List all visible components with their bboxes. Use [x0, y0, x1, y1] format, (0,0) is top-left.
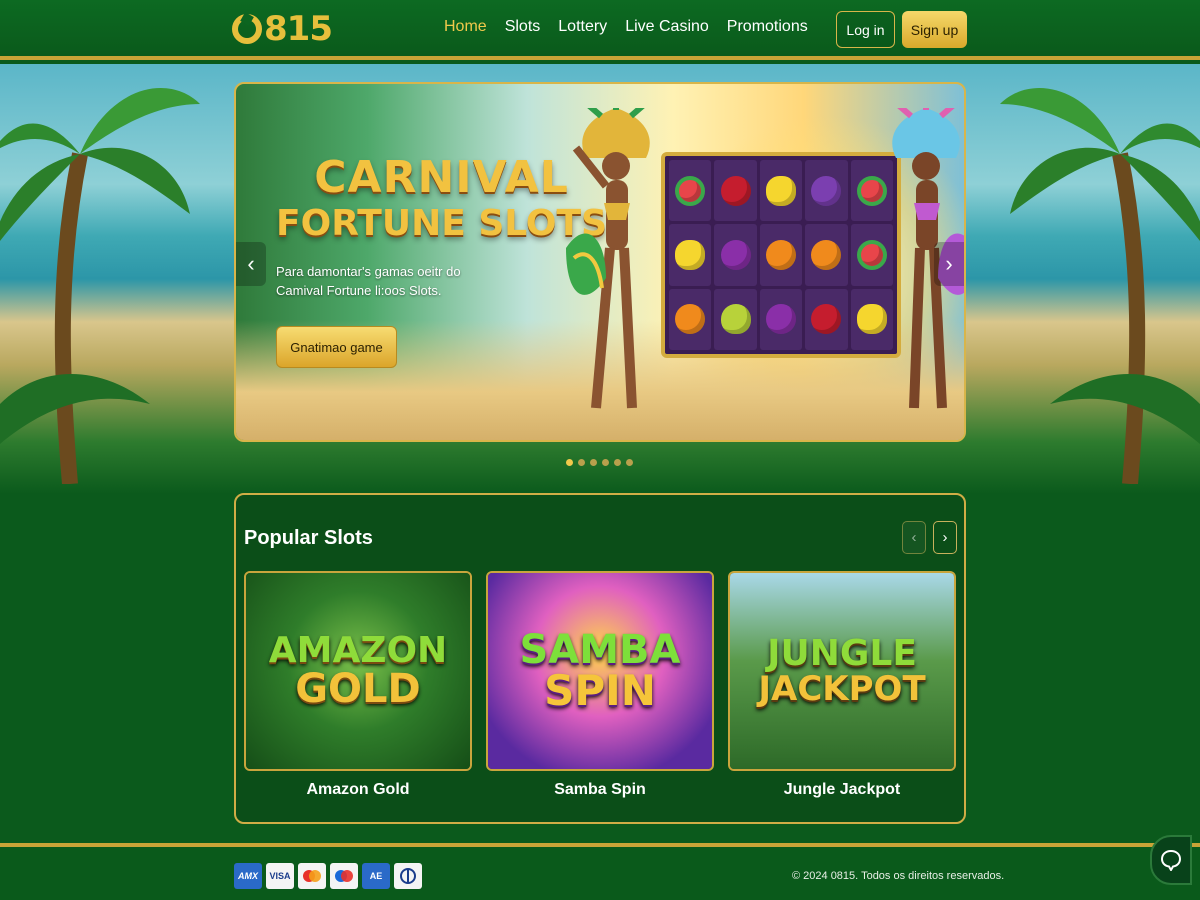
mastercard-icon	[298, 863, 326, 889]
hero-prev-button[interactable]: ‹	[236, 242, 266, 286]
nav-slots[interactable]: Slots	[505, 18, 541, 36]
chevron-left-icon: ‹	[911, 529, 917, 546]
reel-cell	[714, 288, 757, 350]
carousel-dot[interactable]	[614, 459, 621, 466]
reel-cell	[669, 288, 712, 350]
diners-club-icon	[394, 863, 422, 889]
palm-tree-right-icon	[1000, 88, 1200, 484]
game-card-amazon-gold[interactable]: AMAZON GOLD	[244, 571, 472, 771]
reel-cell	[805, 288, 848, 350]
carousel-dot[interactable]	[566, 459, 573, 466]
popular-slots-section: Popular Slots ‹ › AMAZON GOLD Amazon Gol…	[234, 493, 966, 824]
hero-description: Para damontar's gamas oeitr do Camival F…	[276, 264, 461, 298]
game-logo: JUNGLE JACKPOT	[758, 633, 926, 709]
top-navigation-bar: 0815 815 Home Slots Lottery Live Casino …	[0, 0, 1200, 60]
signup-button[interactable]: Sign up	[902, 11, 967, 48]
reel-cell	[669, 224, 712, 286]
slots-prev-button[interactable]: ‹	[902, 521, 926, 554]
game-logo: AMAZON GOLD	[268, 630, 448, 712]
game-logo-line1: JUNGLE	[767, 633, 917, 674]
carousel-dot[interactable]	[602, 459, 609, 466]
reel-cell	[714, 160, 757, 222]
carousel-dot[interactable]	[578, 459, 585, 466]
site-footer: AMX VISA AE © 2024 0815. Todos os direit…	[0, 843, 1200, 900]
nav-promotions[interactable]: Promotions	[727, 18, 808, 36]
palm-tree-left-icon	[0, 88, 200, 484]
payment-methods: AMX VISA AE	[234, 863, 422, 889]
chat-icon	[1160, 849, 1182, 871]
login-button[interactable]: Log in	[836, 11, 895, 48]
logo-mark-icon	[232, 14, 262, 44]
nav-home[interactable]: Home	[444, 18, 487, 36]
game-thumbnail: JUNGLE JACKPOT	[730, 573, 954, 769]
game-logo: SAMBA SPIN	[519, 630, 680, 712]
hero-play-button[interactable]: Gnatimao game	[276, 326, 397, 368]
chevron-right-icon: ›	[945, 251, 953, 276]
game-thumbnail: SAMBA SPIN	[488, 573, 712, 769]
reel-cell	[759, 224, 803, 286]
game-name[interactable]: Jungle Jackpot	[728, 781, 956, 799]
reel-cell	[805, 160, 848, 222]
game-logo-line2: JACKPOT	[758, 669, 926, 709]
chevron-right-icon: ›	[942, 529, 948, 546]
reel-cell	[669, 160, 712, 222]
game-card-jungle-jackpot[interactable]: JUNGLE JACKPOT	[728, 571, 956, 771]
chevron-left-icon: ‹	[247, 251, 255, 276]
site-logo[interactable]: 0815 815	[232, 8, 333, 50]
hero-title-line1: CARNIVAL	[314, 152, 569, 203]
game-name[interactable]: Samba Spin	[486, 781, 714, 799]
game-logo-line2: SPIN	[544, 666, 656, 715]
nav-lottery[interactable]: Lottery	[558, 18, 607, 36]
hero-title-line2: FORTUNE SLOTS	[276, 203, 608, 244]
visa-icon: VISA	[266, 863, 294, 889]
game-card-samba-spin[interactable]: SAMBA SPIN	[486, 571, 714, 771]
live-chat-button[interactable]	[1150, 835, 1192, 885]
reel-cell	[714, 224, 757, 286]
american-express-icon: AE	[362, 863, 390, 889]
game-name[interactable]: Amazon Gold	[244, 781, 472, 799]
hero-next-button[interactable]: ›	[934, 242, 964, 286]
game-logo-line2: GOLD	[295, 666, 421, 712]
hero-title: CARNIVAL FORTUNE SLOTS	[276, 152, 607, 244]
slots-next-button[interactable]: ›	[933, 521, 957, 554]
game-logo-line1: SAMBA	[519, 627, 681, 673]
game-logo-line1: AMAZON	[268, 630, 448, 671]
amex-icon: AMX	[234, 863, 262, 889]
slot-reels	[661, 152, 901, 358]
reel-cell	[759, 160, 803, 222]
reel-cell	[805, 224, 848, 286]
copyright-text: © 2024 0815. Todos os direitos reservado…	[792, 870, 1005, 882]
carousel-dot[interactable]	[626, 459, 633, 466]
main-navigation: Home Slots Lottery Live Casino Promotion…	[444, 18, 808, 36]
maestro-icon	[330, 863, 358, 889]
nav-live-casino[interactable]: Live Casino	[625, 18, 709, 36]
reel-cell	[759, 288, 803, 350]
carousel-dot[interactable]	[590, 459, 597, 466]
section-title: Popular Slots	[244, 527, 373, 549]
game-thumbnail: AMAZON GOLD	[246, 573, 470, 769]
carousel-pagination	[566, 459, 633, 466]
carnival-dancer-left-icon	[566, 108, 650, 409]
hero-banner: CARNIVAL FORTUNE SLOTS Para damontar's g…	[234, 82, 966, 442]
